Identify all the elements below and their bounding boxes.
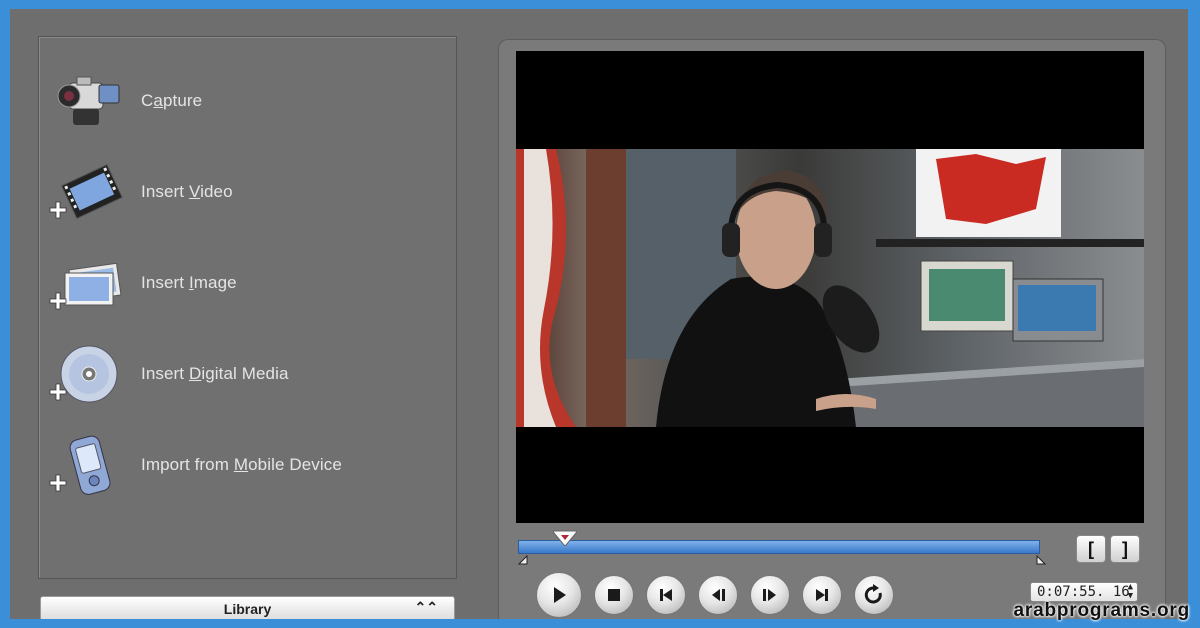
video-preview-screen[interactable] <box>516 51 1144 523</box>
mark-in-button[interactable]: [ <box>1076 535 1106 563</box>
trim-end-marker[interactable] <box>1036 555 1046 565</box>
repeat-button[interactable] <box>854 575 894 615</box>
play-icon <box>554 587 566 603</box>
insert-video-label: Insert Video <box>141 182 233 201</box>
disc-icon <box>49 338 129 410</box>
plus-icon <box>49 201 67 219</box>
preview-player: [ ] 0:07:55. 16 ▲ ▼ <box>498 39 1166 619</box>
video-frame <box>516 149 1144 427</box>
capture-label: Capture <box>141 91 203 110</box>
insert-digital-media-button[interactable]: Insert Digital Media <box>49 338 441 410</box>
home-icon <box>660 589 672 601</box>
next-frame-icon <box>763 589 776 601</box>
capture-button[interactable]: Capture <box>51 65 441 137</box>
film-strip-icon <box>49 156 129 228</box>
home-button[interactable] <box>646 575 686 615</box>
previous-frame-icon <box>712 589 725 601</box>
repeat-icon <box>864 584 882 604</box>
end-button[interactable] <box>802 575 842 615</box>
photo-icon <box>49 247 129 319</box>
timecode-value: 0:07:55. 16 <box>1037 584 1130 600</box>
plus-icon <box>49 292 67 310</box>
plus-icon <box>49 383 67 401</box>
double-chevron-up-icon: ⌃⌃ <box>414 599 438 615</box>
spinner-icon[interactable]: ▲ ▼ <box>1128 583 1133 601</box>
camcorder-icon <box>51 65 129 137</box>
video-editor-window: Capture Insert Video Insert Image Insert… <box>10 9 1188 619</box>
insert-digital-media-label: Insert Digital Media <box>141 364 289 383</box>
next-frame-button[interactable] <box>750 575 790 615</box>
timeline-scrubber[interactable] <box>518 540 1040 554</box>
library-label: Library <box>223 600 272 617</box>
play-button[interactable] <box>536 572 582 618</box>
import-mobile-device-button[interactable]: Import from Mobile Device <box>49 429 441 501</box>
insert-image-button[interactable]: Insert Image <box>49 247 441 319</box>
stop-button[interactable] <box>594 575 634 615</box>
mark-out-button[interactable]: ] <box>1110 535 1140 563</box>
watermark-text: arabprograms.org <box>1013 600 1190 621</box>
end-icon <box>816 589 828 601</box>
library-toggle-bar[interactable]: Library ⌃⌃ <box>40 596 455 619</box>
scrubber-handle[interactable] <box>552 529 578 547</box>
insert-image-label: Insert Image <box>141 273 237 292</box>
mobile-device-icon <box>49 429 129 501</box>
insert-video-button[interactable]: Insert Video <box>49 156 441 228</box>
previous-frame-button[interactable] <box>698 575 738 615</box>
stop-icon <box>608 589 620 601</box>
import-panel: Capture Insert Video Insert Image Insert… <box>38 36 457 579</box>
import-mobile-device-label: Import from Mobile Device <box>141 455 342 474</box>
plus-icon <box>49 474 67 492</box>
trim-start-marker[interactable] <box>518 555 528 565</box>
timecode-field[interactable]: 0:07:55. 16 ▲ ▼ <box>1030 582 1138 602</box>
